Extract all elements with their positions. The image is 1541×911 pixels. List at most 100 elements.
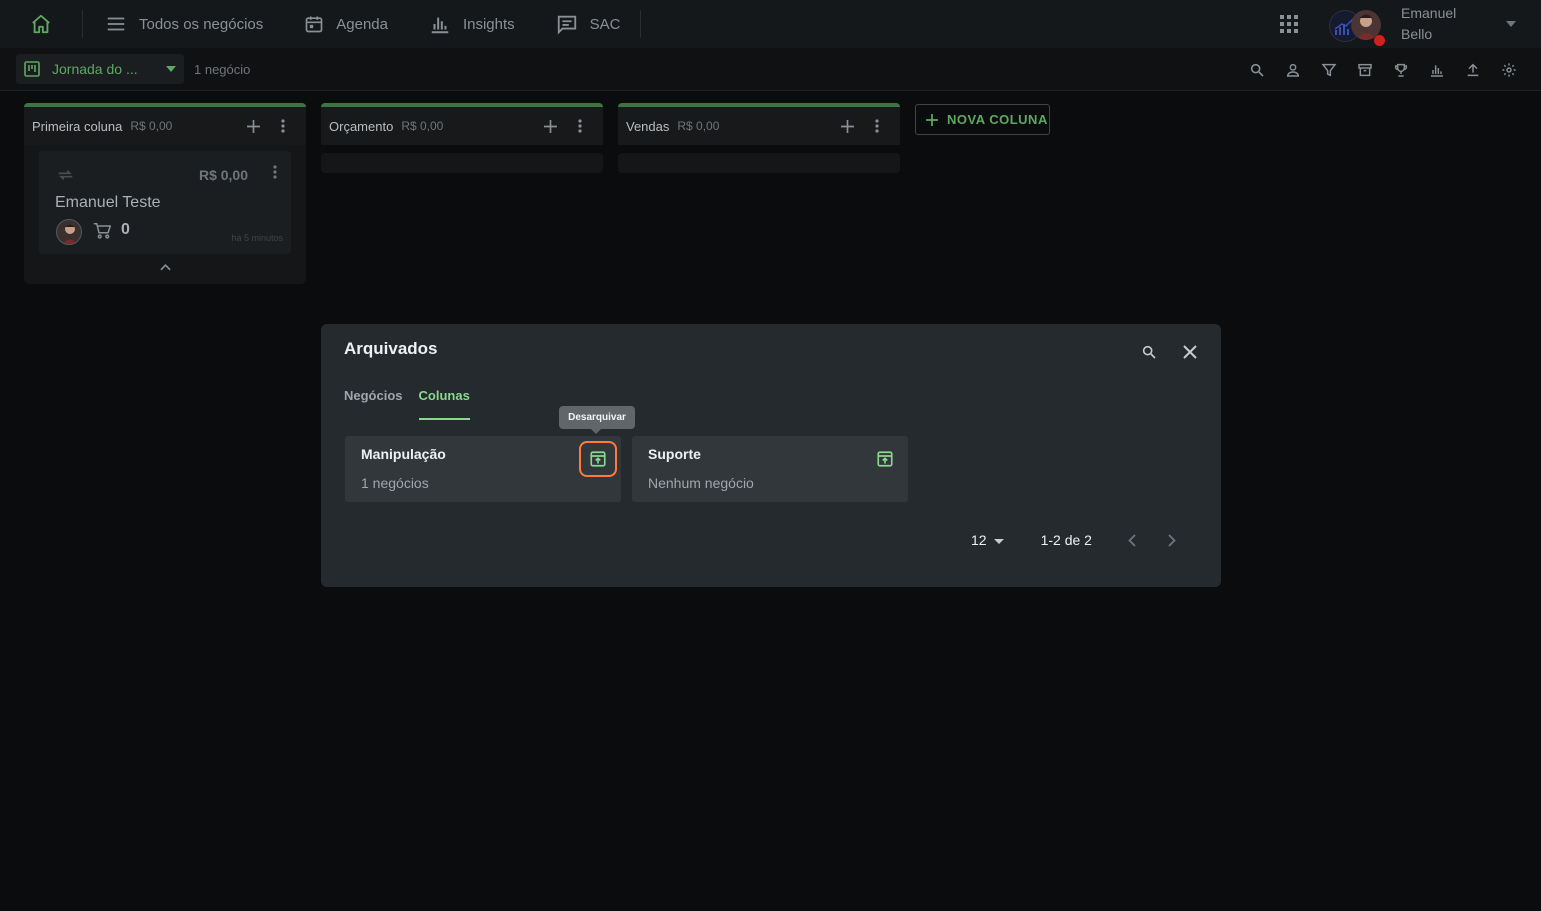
tab-colunas[interactable]: Colunas: [418, 382, 471, 420]
user-avatar-group[interactable]: [1329, 6, 1387, 46]
nav-todos-negocios[interactable]: Todos os negócios: [83, 0, 282, 48]
apps-grid-icon: [1280, 15, 1298, 33]
previous-page-button[interactable]: [1118, 526, 1146, 554]
more-vertical-icon: [281, 119, 285, 133]
new-column-button[interactable]: NOVA COLUNA: [915, 104, 1050, 135]
add-deal-button[interactable]: [238, 111, 268, 141]
bar-chart-icon: [1431, 64, 1443, 77]
export-button[interactable]: [1455, 52, 1491, 88]
tab-negocios[interactable]: Negócios: [344, 382, 403, 420]
plus-icon: [246, 119, 260, 133]
status-indicator: [1374, 35, 1385, 46]
person-icon: [1286, 63, 1300, 77]
unarchive-icon: [877, 451, 893, 467]
plus-icon: [543, 119, 557, 133]
column-header: Vendas R$ 0,00: [618, 107, 900, 145]
column-vendas: Vendas R$ 0,00: [618, 103, 900, 173]
column-title: Vendas: [626, 118, 670, 134]
more-vertical-icon: [578, 119, 582, 133]
top-navigation: Todos os negócios Agenda Insights SAC Em…: [0, 0, 1541, 48]
bar-chart-icon: [431, 17, 449, 34]
unarchive-button[interactable]: [579, 441, 617, 477]
board-toolbar: Jornada do ... 1 negócio: [0, 48, 1541, 91]
column-orcamento: Orçamento R$ 0,00: [321, 103, 603, 173]
pagination: 12 1-2 de 2: [971, 528, 1186, 552]
unarchive-button[interactable]: [866, 442, 904, 476]
search-button[interactable]: [1239, 52, 1275, 88]
user-filter-button[interactable]: [1275, 52, 1311, 88]
deal-quantity: 0: [121, 221, 130, 238]
dialog-search-button[interactable]: [1133, 336, 1165, 368]
column-total: R$ 0,00: [130, 119, 173, 133]
archived-column-card: Suporte Nenhum negócio: [632, 436, 908, 502]
chat-icon: [557, 15, 576, 35]
nav-insights[interactable]: Insights: [407, 0, 534, 48]
add-deal-button[interactable]: [832, 111, 862, 141]
board-selector[interactable]: Jornada do ...: [16, 54, 184, 84]
new-column-label: NOVA COLUNA: [947, 112, 1048, 127]
dialog-tabs: Negócios Colunas: [344, 382, 486, 420]
gear-icon: [1502, 62, 1516, 77]
plus-icon: [926, 113, 938, 126]
caret-down-icon: [166, 66, 176, 72]
sync-icon: [58, 170, 73, 180]
filter-button[interactable]: [1311, 52, 1347, 88]
plus-icon: [840, 119, 854, 133]
apps-button[interactable]: [1269, 4, 1309, 44]
user-menu-button[interactable]: [1481, 0, 1541, 48]
nav-agenda[interactable]: Agenda: [282, 0, 407, 48]
dialog-title: Arquivados: [344, 339, 438, 358]
menu-icon: [107, 17, 125, 31]
home-icon: [32, 14, 50, 34]
trophy-icon: [1394, 63, 1408, 77]
search-icon: [1142, 345, 1156, 359]
deal-value: R$ 0,00: [198, 167, 248, 183]
more-vertical-icon: [875, 119, 879, 133]
chevron-up-icon: [159, 263, 171, 270]
caret-down-icon: [1506, 21, 1516, 27]
user-area: Emanuel Bello: [1269, 0, 1541, 48]
page-range: 1-2 de 2: [1040, 532, 1092, 548]
dialog-close-button[interactable]: [1174, 336, 1206, 368]
archive-button[interactable]: [1347, 52, 1383, 88]
board-icon: [24, 61, 40, 77]
nav-divider: [639, 10, 641, 38]
column-header: Orçamento R$ 0,00: [321, 107, 603, 145]
archived-column-name: Manipulação: [361, 446, 446, 462]
column-title: Primeira coluna: [32, 118, 123, 134]
goals-button[interactable]: [1383, 52, 1419, 88]
column-body: R$ 0,00 Emanuel Teste 0 há 5 minutos: [24, 145, 306, 284]
nav-label: SAC: [589, 15, 621, 33]
items-per-page-value: 12: [971, 532, 987, 548]
items-per-page-select[interactable]: 12: [971, 532, 1004, 548]
add-deal-button[interactable]: [535, 111, 565, 141]
cart-icon: [93, 223, 111, 239]
nav-sac[interactable]: SAC: [534, 0, 640, 48]
archived-dialog: Arquivados Negócios Colunas Desarquivar …: [321, 324, 1221, 587]
more-vertical-icon[interactable]: [273, 165, 277, 179]
archived-column-count: 1 negócios: [361, 475, 429, 491]
collapse-column-button[interactable]: [39, 254, 291, 280]
deal-card[interactable]: R$ 0,00 Emanuel Teste 0 há 5 minutos: [39, 151, 291, 254]
column-total: R$ 0,00: [677, 119, 720, 133]
home-button[interactable]: [0, 0, 82, 48]
column-title: Orçamento: [329, 118, 394, 134]
board-name: Jornada do ...: [52, 61, 138, 77]
archived-column-count: Nenhum negócio: [648, 475, 754, 491]
search-icon: [1250, 63, 1264, 77]
column-primeira-coluna: Primeira coluna R$ 0,00 R$ 0,00 Emanuel …: [24, 103, 306, 284]
next-page-button[interactable]: [1158, 526, 1186, 554]
deal-timestamp: há 5 minutos: [231, 233, 283, 243]
nav-label: Todos os negócios: [139, 15, 264, 33]
reports-button[interactable]: [1419, 52, 1455, 88]
column-menu-button[interactable]: [862, 111, 892, 141]
column-menu-button[interactable]: [565, 111, 595, 141]
column-total: R$ 0,00: [401, 119, 444, 133]
nav-label: Insights: [462, 15, 515, 33]
settings-button[interactable]: [1491, 52, 1527, 88]
unarchive-tooltip: Desarquivar: [559, 406, 635, 434]
column-header: Primeira coluna R$ 0,00: [24, 107, 306, 145]
column-menu-button[interactable]: [268, 111, 298, 141]
user-name[interactable]: Emanuel Bello: [1401, 3, 1481, 45]
archived-column-name: Suporte: [648, 446, 701, 462]
